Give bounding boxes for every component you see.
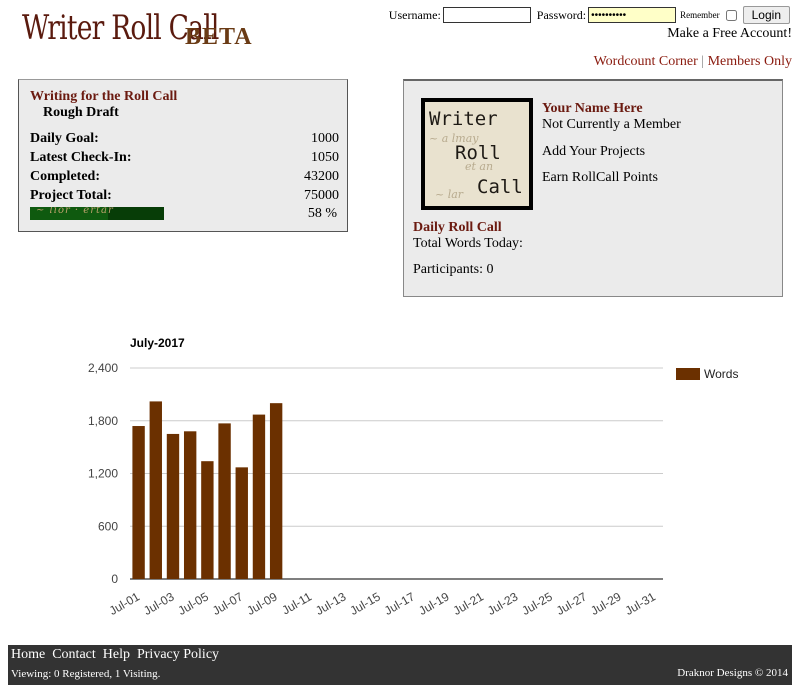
x-tick-label: Jul-03 bbox=[141, 589, 177, 618]
stat-value: 75000 bbox=[304, 188, 339, 203]
x-tick-label: Jul-17 bbox=[382, 589, 418, 618]
chart-y-ticks: 0 600 1,200 1,800 2,400 bbox=[88, 361, 118, 586]
progress-texture: ~ lior · ertar bbox=[36, 207, 114, 216]
y-tick-label: 0 bbox=[111, 572, 118, 586]
stat-value: 1050 bbox=[311, 150, 339, 165]
footer-privacy-link[interactable]: Privacy Policy bbox=[137, 647, 219, 662]
footer-contact-link[interactable]: Contact bbox=[52, 647, 96, 662]
member-panel: ~ a lmay et an ~ lar Writer Roll Call Yo… bbox=[403, 79, 783, 297]
wordcount-corner-link[interactable]: Wordcount Corner bbox=[594, 54, 698, 69]
stat-value: 43200 bbox=[304, 169, 339, 184]
avatar-texture: ~ lar bbox=[435, 188, 464, 201]
password-field[interactable] bbox=[588, 7, 677, 23]
x-tick-label: Jul-31 bbox=[623, 589, 659, 618]
stat-label: Latest Check-In: bbox=[30, 150, 132, 165]
footer: Home Contact Help Privacy Policy Viewing: 0… bbox=[8, 645, 792, 685]
bar-Jul-07[interactable] bbox=[235, 467, 248, 579]
project-subtitle: Rough Draft bbox=[43, 105, 119, 120]
member-status: Not Currently a Member bbox=[542, 117, 681, 132]
chart-title: July-2017 bbox=[130, 336, 185, 350]
stat-label: Project Total: bbox=[30, 188, 112, 203]
stat-row: Project Total: 75000 bbox=[30, 188, 339, 204]
total-words-today: Total Words Today: bbox=[413, 236, 523, 251]
top-links: Wordcount Corner | Members Only bbox=[594, 54, 792, 70]
x-tick-label: Jul-15 bbox=[347, 589, 383, 618]
x-tick-label: Jul-11 bbox=[279, 589, 314, 617]
free-account-link[interactable]: Make a Free Account! bbox=[667, 26, 792, 42]
earn-points-link[interactable]: Earn RollCall Points bbox=[542, 170, 658, 186]
words-chart: July-2017 06001,2001,8002,400 Jul-01 Jul-… bbox=[88, 336, 738, 618]
viewing-status: Viewing: 0 Registered, 1 Visiting. bbox=[11, 668, 161, 680]
daily-roll-call-title[interactable]: Daily Roll Call bbox=[413, 220, 502, 236]
progress-bar: ~ lior · ertar bbox=[30, 207, 164, 220]
project-panel: Writing for the Roll Call Rough Draft Da… bbox=[18, 79, 348, 232]
y-tick-label: 600 bbox=[98, 519, 118, 533]
x-tick-label: Jul-05 bbox=[176, 589, 212, 618]
logo-beta-text: BETA bbox=[185, 24, 253, 50]
bar-Jul-04[interactable] bbox=[183, 431, 197, 579]
link-separator: | bbox=[701, 54, 705, 69]
stat-row: Daily Goal: 1000 bbox=[30, 131, 339, 147]
x-tick-label: Jul-25 bbox=[519, 589, 555, 618]
username-label: Username: bbox=[388, 7, 441, 22]
avatar: ~ a lmay et an ~ lar Writer Roll Call bbox=[421, 98, 533, 210]
footer-help-link[interactable]: Help bbox=[103, 647, 130, 662]
avatar-word: Call bbox=[477, 176, 523, 198]
stat-label: Completed: bbox=[30, 169, 100, 184]
y-tick-label: 1,800 bbox=[88, 414, 118, 428]
legend-label: Words bbox=[704, 367, 738, 381]
x-tick-label: Jul-19 bbox=[416, 589, 452, 618]
login-button[interactable]: Login bbox=[742, 6, 790, 24]
bar-Jul-01[interactable] bbox=[132, 426, 145, 579]
bar-Jul-02[interactable] bbox=[149, 401, 162, 579]
stat-value: 1000 bbox=[311, 131, 339, 146]
x-tick-label: Jul-13 bbox=[313, 589, 349, 618]
chart-x-ticks: Jul-01 Jul-03 Jul-05 Jul-07 Jul-09 Jul-11 Jul-… bbox=[107, 589, 658, 618]
add-projects-link[interactable]: Add Your Projects bbox=[542, 144, 645, 160]
x-tick-label: Jul-27 bbox=[554, 589, 590, 618]
participants-count: Participants: 0 bbox=[413, 262, 494, 277]
x-tick-label: Jul-09 bbox=[244, 589, 280, 618]
avatar-word: Writer bbox=[429, 108, 498, 130]
x-tick-label: Jul-21 bbox=[451, 589, 487, 618]
footer-nav: Home Contact Help Privacy Policy bbox=[11, 647, 226, 663]
legend-swatch bbox=[676, 368, 700, 380]
x-tick-label: Jul-29 bbox=[588, 589, 624, 618]
bar-Jul-06[interactable] bbox=[218, 423, 231, 579]
stat-row: Completed: 43200 bbox=[30, 169, 339, 185]
remember-checkbox[interactable] bbox=[725, 9, 737, 21]
member-name[interactable]: Your Name Here bbox=[542, 101, 643, 117]
avatar-image: ~ a lmay et an ~ lar Writer Roll Call bbox=[425, 102, 529, 206]
chart-legend: Words bbox=[676, 367, 738, 381]
x-tick-label: Jul-01 bbox=[107, 589, 143, 618]
y-tick-label: 2,400 bbox=[88, 361, 118, 375]
footer-home-link[interactable]: Home bbox=[11, 647, 45, 662]
y-tick-label: 1,200 bbox=[88, 467, 118, 481]
progress-percent: 58 % bbox=[307, 206, 337, 221]
bar-Jul-09[interactable] bbox=[269, 403, 283, 579]
stat-row: Latest Check-In: 1050 bbox=[30, 150, 339, 166]
project-title[interactable]: Writing for the Roll Call bbox=[30, 89, 177, 105]
password-label: Password: bbox=[536, 7, 587, 22]
x-tick-label: Jul-07 bbox=[210, 589, 246, 618]
remember-label: Remember bbox=[680, 10, 720, 20]
chart-bars bbox=[132, 401, 283, 579]
username-field[interactable] bbox=[442, 7, 531, 23]
site-logo[interactable]: Writer Roll Call BETA bbox=[22, 8, 274, 50]
stat-label: Daily Goal: bbox=[30, 131, 99, 146]
members-only-link[interactable]: Members Only bbox=[708, 54, 792, 69]
bar-Jul-03[interactable] bbox=[166, 433, 180, 579]
bar-Jul-08[interactable] bbox=[252, 414, 266, 579]
bar-Jul-05[interactable] bbox=[201, 461, 214, 579]
login-form: Username: Password: Remember Login bbox=[389, 6, 790, 24]
avatar-word: Roll bbox=[455, 142, 501, 164]
copyright: Draknor Designs © 2014 bbox=[677, 667, 788, 679]
x-tick-label: Jul-23 bbox=[485, 589, 521, 618]
